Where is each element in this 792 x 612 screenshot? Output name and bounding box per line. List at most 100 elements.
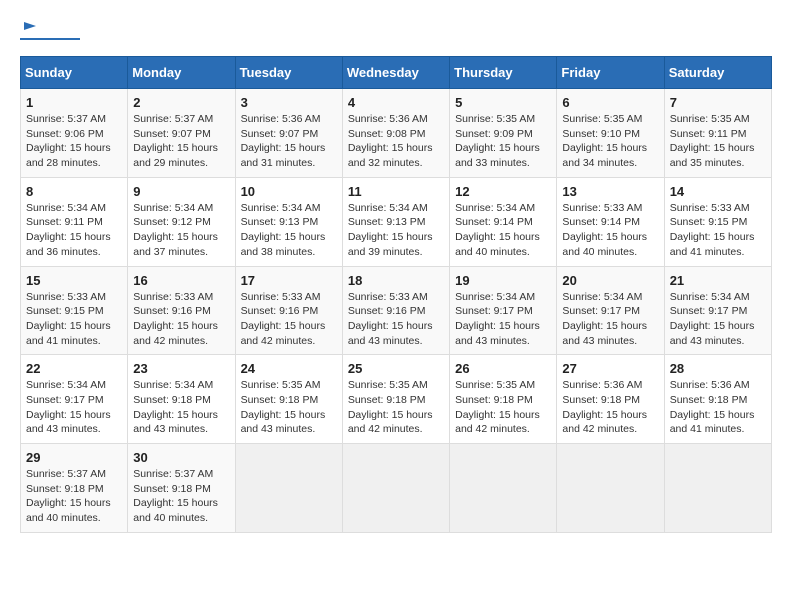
calendar-cell: 5Sunrise: 5:35 AM Sunset: 9:09 PM Daylig…	[450, 89, 557, 178]
calendar-cell: 24Sunrise: 5:35 AM Sunset: 9:18 PM Dayli…	[235, 355, 342, 444]
day-info: Sunrise: 5:36 AM Sunset: 9:18 PM Dayligh…	[670, 378, 766, 437]
day-number: 6	[562, 95, 658, 110]
day-info: Sunrise: 5:35 AM Sunset: 9:11 PM Dayligh…	[670, 112, 766, 171]
header-cell-saturday: Saturday	[664, 57, 771, 89]
day-number: 9	[133, 184, 229, 199]
day-info: Sunrise: 5:36 AM Sunset: 9:18 PM Dayligh…	[562, 378, 658, 437]
day-number: 2	[133, 95, 229, 110]
calendar-cell: 26Sunrise: 5:35 AM Sunset: 9:18 PM Dayli…	[450, 355, 557, 444]
day-info: Sunrise: 5:33 AM Sunset: 9:16 PM Dayligh…	[348, 290, 444, 349]
day-number: 23	[133, 361, 229, 376]
calendar-cell: 9Sunrise: 5:34 AM Sunset: 9:12 PM Daylig…	[128, 177, 235, 266]
day-info: Sunrise: 5:33 AM Sunset: 9:15 PM Dayligh…	[670, 201, 766, 260]
day-info: Sunrise: 5:34 AM Sunset: 9:14 PM Dayligh…	[455, 201, 551, 260]
calendar-row: 1Sunrise: 5:37 AM Sunset: 9:06 PM Daylig…	[21, 89, 772, 178]
day-number: 4	[348, 95, 444, 110]
day-number: 29	[26, 450, 122, 465]
calendar-cell: 7 Sunrise: 5:35 AM Sunset: 9:11 PM Daylig…	[664, 89, 771, 178]
day-number: 13	[562, 184, 658, 199]
calendar-cell	[235, 444, 342, 533]
calendar-cell: 1Sunrise: 5:37 AM Sunset: 9:06 PM Daylig…	[21, 89, 128, 178]
logo-divider	[20, 38, 80, 40]
day-info: Sunrise: 5:36 AM Sunset: 9:07 PM Dayligh…	[241, 112, 337, 171]
header-cell-thursday: Thursday	[450, 57, 557, 89]
day-info: Sunrise: 5:37 AM Sunset: 9:06 PM Dayligh…	[26, 112, 122, 171]
logo-flag-icon	[22, 20, 38, 36]
calendar-cell: 10 Sunrise: 5:34 AM Sunset: 9:13 PM Dayli…	[235, 177, 342, 266]
day-number: 24	[241, 361, 337, 376]
day-info: Sunrise: 5:34 AM Sunset: 9:17 PM Dayligh…	[670, 290, 766, 349]
day-number: 16	[133, 273, 229, 288]
day-info: Sunrise: 5:34 AM Sunset: 9:11 PM Dayligh…	[26, 201, 122, 260]
day-info: Sunrise: 5:34 AM Sunset: 9:18 PM Dayligh…	[133, 378, 229, 437]
calendar-cell	[342, 444, 449, 533]
header-cell-tuesday: Tuesday	[235, 57, 342, 89]
calendar-cell: 20 Sunrise: 5:34 AM Sunset: 9:17 PM Dayli…	[557, 266, 664, 355]
day-info: Sunrise: 5:33 AM Sunset: 9:16 PM Dayligh…	[133, 290, 229, 349]
day-number: 15	[26, 273, 122, 288]
calendar-cell: 3 Sunrise: 5:36 AM Sunset: 9:07 PM Daylig…	[235, 89, 342, 178]
day-number: 14	[670, 184, 766, 199]
calendar-cell	[664, 444, 771, 533]
day-info: Sunrise: 5:37 AM Sunset: 9:07 PM Dayligh…	[133, 112, 229, 171]
header-row: SundayMondayTuesdayWednesdayThursdayFrid…	[21, 57, 772, 89]
day-number: 20	[562, 273, 658, 288]
calendar-cell: 11 Sunrise: 5:34 AM Sunset: 9:13 PM Dayli…	[342, 177, 449, 266]
calendar-cell: 28 Sunrise: 5:36 AM Sunset: 9:18 PM Dayli…	[664, 355, 771, 444]
page-header	[20, 20, 772, 40]
calendar-cell: 8 Sunrise: 5:34 AM Sunset: 9:11 PM Daylig…	[21, 177, 128, 266]
day-number: 28	[670, 361, 766, 376]
calendar-cell	[450, 444, 557, 533]
day-info: Sunrise: 5:36 AM Sunset: 9:08 PM Dayligh…	[348, 112, 444, 171]
day-info: Sunrise: 5:35 AM Sunset: 9:09 PM Dayligh…	[455, 112, 551, 171]
calendar-row: 8 Sunrise: 5:34 AM Sunset: 9:11 PM Daylig…	[21, 177, 772, 266]
calendar-cell: 22 Sunrise: 5:34 AM Sunset: 9:17 PM Dayli…	[21, 355, 128, 444]
calendar-cell: 30 Sunrise: 5:37 AM Sunset: 9:18 PM Dayli…	[128, 444, 235, 533]
calendar-cell: 16 Sunrise: 5:33 AM Sunset: 9:16 PM Dayli…	[128, 266, 235, 355]
calendar-row: 22 Sunrise: 5:34 AM Sunset: 9:17 PM Dayli…	[21, 355, 772, 444]
day-number: 19	[455, 273, 551, 288]
day-info: Sunrise: 5:37 AM Sunset: 9:18 PM Dayligh…	[26, 467, 122, 526]
day-number: 7	[670, 95, 766, 110]
header-cell-monday: Monday	[128, 57, 235, 89]
calendar-row: 15Sunrise: 5:33 AM Sunset: 9:15 PM Dayli…	[21, 266, 772, 355]
calendar-cell: 13 Sunrise: 5:33 AM Sunset: 9:14 PM Dayli…	[557, 177, 664, 266]
calendar-cell: 29 Sunrise: 5:37 AM Sunset: 9:18 PM Dayli…	[21, 444, 128, 533]
day-info: Sunrise: 5:35 AM Sunset: 9:10 PM Dayligh…	[562, 112, 658, 171]
calendar-table: SundayMondayTuesdayWednesdayThursdayFrid…	[20, 56, 772, 533]
day-number: 21	[670, 273, 766, 288]
header-cell-friday: Friday	[557, 57, 664, 89]
day-number: 22	[26, 361, 122, 376]
day-number: 26	[455, 361, 551, 376]
calendar-cell: 25 Sunrise: 5:35 AM Sunset: 9:18 PM Dayli…	[342, 355, 449, 444]
calendar-cell: 15Sunrise: 5:33 AM Sunset: 9:15 PM Dayli…	[21, 266, 128, 355]
day-info: Sunrise: 5:35 AM Sunset: 9:18 PM Dayligh…	[348, 378, 444, 437]
calendar-cell: 12 Sunrise: 5:34 AM Sunset: 9:14 PM Dayli…	[450, 177, 557, 266]
day-info: Sunrise: 5:33 AM Sunset: 9:14 PM Dayligh…	[562, 201, 658, 260]
calendar-cell: 23 Sunrise: 5:34 AM Sunset: 9:18 PM Dayli…	[128, 355, 235, 444]
day-info: Sunrise: 5:33 AM Sunset: 9:16 PM Dayligh…	[241, 290, 337, 349]
day-info: Sunrise: 5:34 AM Sunset: 9:13 PM Dayligh…	[348, 201, 444, 260]
header-cell-wednesday: Wednesday	[342, 57, 449, 89]
day-number: 30	[133, 450, 229, 465]
day-number: 3	[241, 95, 337, 110]
day-number: 10	[241, 184, 337, 199]
day-info: Sunrise: 5:34 AM Sunset: 9:17 PM Dayligh…	[562, 290, 658, 349]
day-info: Sunrise: 5:34 AM Sunset: 9:17 PM Dayligh…	[26, 378, 122, 437]
calendar-cell	[557, 444, 664, 533]
calendar-cell: 27Sunrise: 5:36 AM Sunset: 9:18 PM Dayli…	[557, 355, 664, 444]
day-number: 18	[348, 273, 444, 288]
day-number: 12	[455, 184, 551, 199]
day-number: 25	[348, 361, 444, 376]
calendar-cell: 17Sunrise: 5:33 AM Sunset: 9:16 PM Dayli…	[235, 266, 342, 355]
calendar-cell: 4 Sunrise: 5:36 AM Sunset: 9:08 PM Daylig…	[342, 89, 449, 178]
calendar-cell: 18 Sunrise: 5:33 AM Sunset: 9:16 PM Dayli…	[342, 266, 449, 355]
day-info: Sunrise: 5:34 AM Sunset: 9:13 PM Dayligh…	[241, 201, 337, 260]
day-number: 11	[348, 184, 444, 199]
day-number: 8	[26, 184, 122, 199]
logo	[20, 20, 80, 40]
calendar-cell: 14 Sunrise: 5:33 AM Sunset: 9:15 PM Dayli…	[664, 177, 771, 266]
day-info: Sunrise: 5:37 AM Sunset: 9:18 PM Dayligh…	[133, 467, 229, 526]
calendar-cell: 19 Sunrise: 5:34 AM Sunset: 9:17 PM Dayli…	[450, 266, 557, 355]
day-info: Sunrise: 5:34 AM Sunset: 9:17 PM Dayligh…	[455, 290, 551, 349]
